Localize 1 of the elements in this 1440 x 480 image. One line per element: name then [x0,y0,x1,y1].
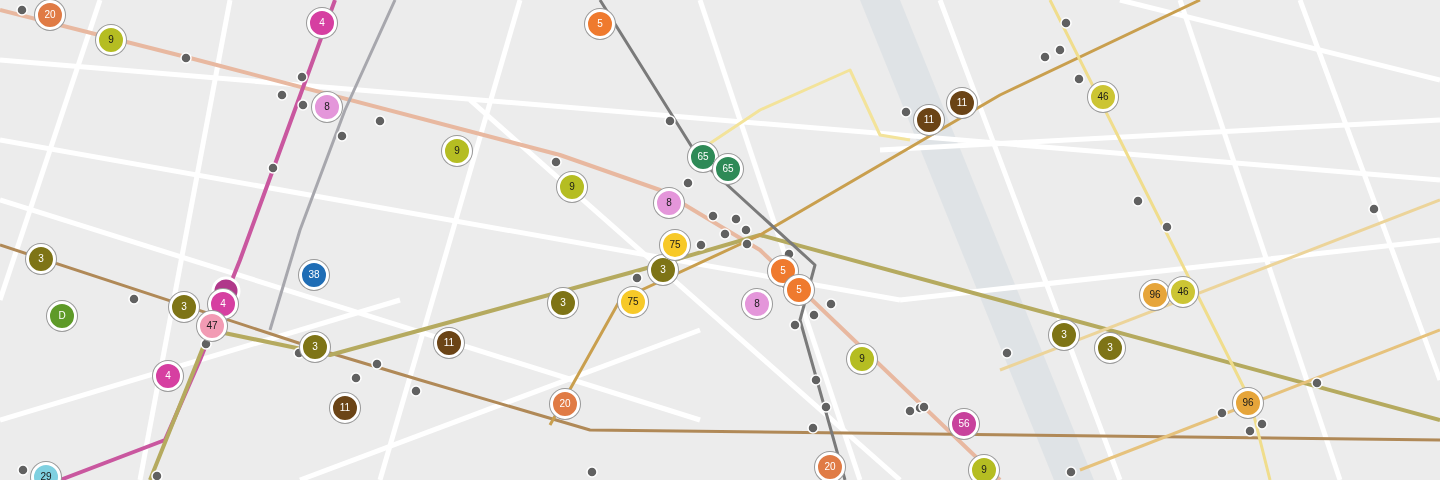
map-view[interactable]: 20 9 4 5 8 11 11 46 9 9 8 65 65 3 3 4 38 3 75 3 75 8 5 5 96 46 D 4 47 3 11 9 3 3 11 20 56 96 29 20 9 [0,0,1440,480]
